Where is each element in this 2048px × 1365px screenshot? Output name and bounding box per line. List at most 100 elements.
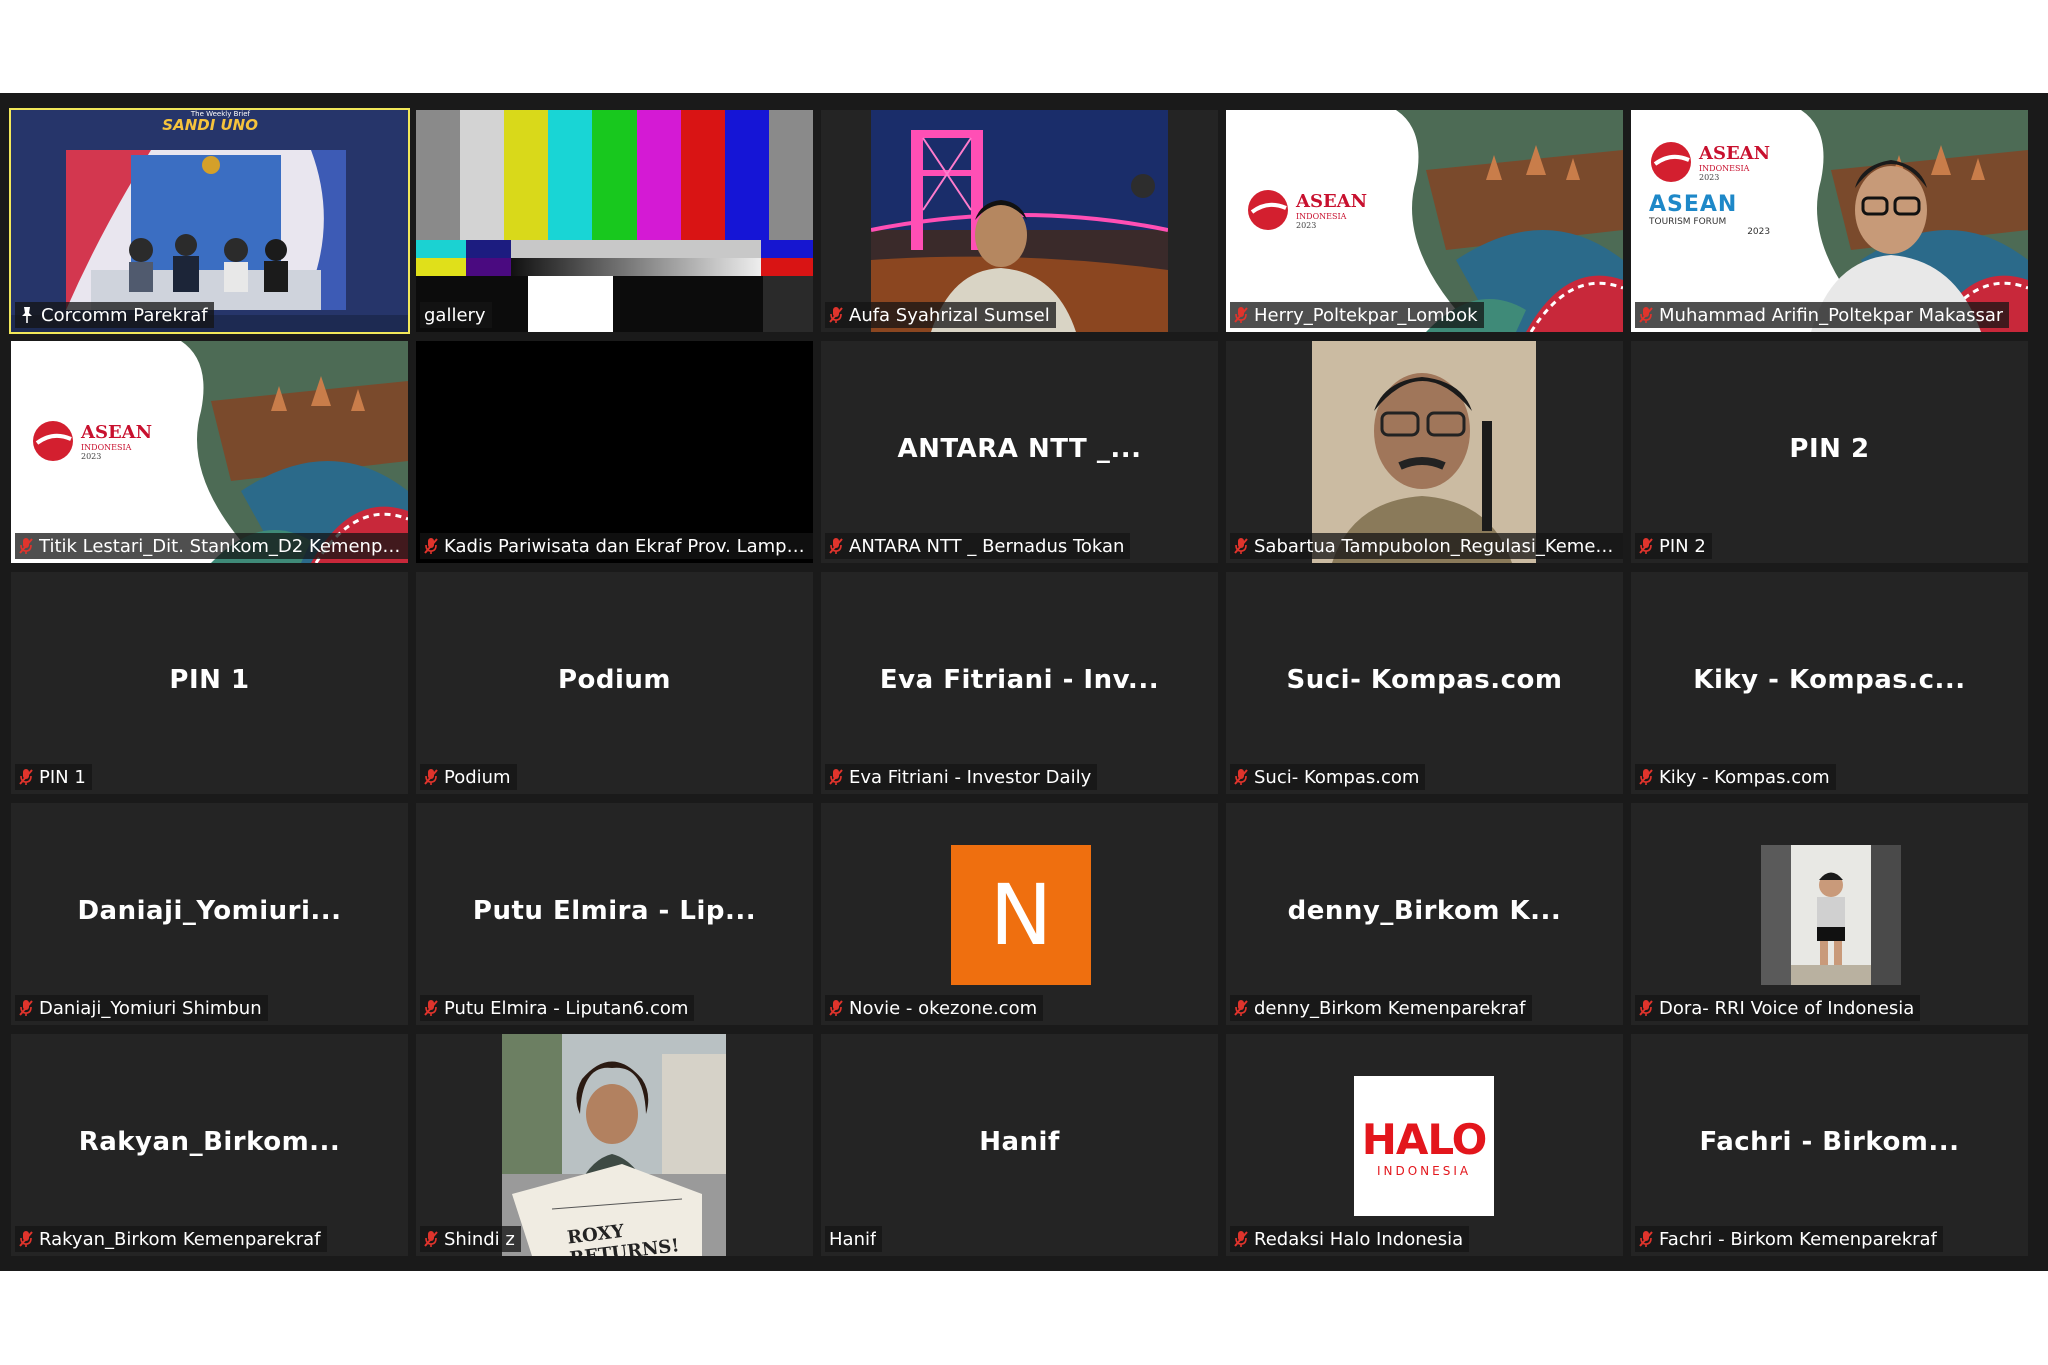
participant-avatar-photo bbox=[1761, 845, 1901, 985]
gallery-view: SANDI UNO The Weekly Brief Corcomm Parekr… bbox=[0, 93, 2048, 1271]
participant-tile[interactable]: Hanif Hanif bbox=[821, 1034, 1218, 1256]
participant-display-name: PIN 2 bbox=[1789, 434, 1870, 464]
participant-name: Kadis Pariwisata dan Ekraf Prov. Lampung bbox=[444, 535, 809, 557]
participant-tile[interactable]: Dora- RRI Voice of Indonesia bbox=[1631, 803, 2028, 1025]
muted-mic-icon bbox=[1639, 306, 1653, 324]
participant-name-label: Suci- Kompas.com bbox=[1230, 764, 1426, 790]
participant-tile[interactable]: Podium Podium bbox=[416, 572, 813, 794]
participant-tile[interactable]: ASEAN INDONESIA 2023 Herry_Poltekpar_Lom… bbox=[1226, 110, 1623, 332]
participant-name-label: Shindi z bbox=[420, 1226, 521, 1252]
asean-banner-image: ASEAN INDONESIA 2023 bbox=[11, 341, 408, 563]
asean-indonesia-logo: ASEAN INDONESIA 2023 bbox=[1246, 188, 1367, 232]
participant-avatar-letter: N bbox=[951, 845, 1091, 985]
muted-mic-icon bbox=[1234, 768, 1248, 786]
participant-name-label: Redaksi Halo Indonesia bbox=[1230, 1226, 1470, 1252]
participant-name: gallery bbox=[424, 304, 486, 326]
participant-name: Dora- RRI Voice of Indonesia bbox=[1659, 997, 1915, 1019]
participant-name: Redaksi Halo Indonesia bbox=[1254, 1228, 1464, 1250]
participant-tile[interactable]: Kadis Pariwisata dan Ekraf Prov. Lampung bbox=[416, 341, 813, 563]
participant-camera-feed bbox=[871, 110, 1168, 332]
participant-name-label: Kadis Pariwisata dan Ekraf Prov. Lampung bbox=[420, 533, 813, 559]
participant-tile[interactable]: SANDI UNO The Weekly Brief Corcomm Parekr… bbox=[9, 108, 410, 334]
participant-name-label: PIN 1 bbox=[15, 764, 92, 790]
participant-display-name: Daniaji_Yomiuri... bbox=[77, 896, 342, 926]
participant-name-label: Dora- RRI Voice of Indonesia bbox=[1635, 995, 1921, 1021]
participant-tile[interactable]: Rakyan_Birkom... Rakyan_Birkom Kemenparek… bbox=[11, 1034, 408, 1256]
participant-tile[interactable]: denny_Birkom K... denny_Birkom Kemenparek… bbox=[1226, 803, 1623, 1025]
shared-screen-stage: SANDI UNO The Weekly Brief bbox=[11, 110, 408, 332]
muted-mic-icon bbox=[424, 1230, 438, 1248]
muted-mic-icon bbox=[829, 537, 843, 555]
participant-name-label: PIN 2 bbox=[1635, 533, 1712, 559]
muted-mic-icon bbox=[829, 768, 843, 786]
muted-mic-icon bbox=[829, 999, 843, 1017]
participant-name: Muhammad Arifin_Poltekpar Makassar bbox=[1659, 304, 2004, 326]
muted-mic-icon bbox=[424, 537, 438, 555]
muted-mic-icon bbox=[829, 306, 843, 324]
participant-tile[interactable]: Suci- Kompas.com Suci- Kompas.com bbox=[1226, 572, 1623, 794]
muted-mic-icon bbox=[19, 768, 33, 786]
participant-display-name: Podium bbox=[557, 665, 672, 695]
participant-display-name: Putu Elmira - Lip... bbox=[472, 896, 757, 926]
asean-banner-image: ASEAN INDONESIA 2023 ASEAN TOURISM FORUM… bbox=[1631, 110, 2028, 332]
participant-tile[interactable]: Aufa Syahrizal Sumsel bbox=[821, 110, 1218, 332]
muted-mic-icon bbox=[19, 1230, 33, 1248]
asean-banner-image: ASEAN INDONESIA 2023 bbox=[1226, 110, 1623, 332]
participant-camera-feed bbox=[1312, 341, 1536, 563]
participant-name-label: Titik Lestari_Dit. Stankom_D2 Kemenpare.… bbox=[15, 533, 408, 559]
participant-avatar-photo: ROXY RETURNS! bbox=[502, 1034, 726, 1256]
participant-display-name: Hanif bbox=[979, 1127, 1060, 1157]
participant-display-name: Rakyan_Birkom... bbox=[78, 1127, 341, 1157]
participant-tile[interactable]: gallery bbox=[416, 110, 813, 332]
participant-name-label: gallery bbox=[420, 302, 492, 328]
participant-name: Kiky - Kompas.com bbox=[1659, 766, 1830, 788]
participant-tile[interactable]: PIN 2 PIN 2 bbox=[1631, 341, 2028, 563]
participant-tile[interactable]: Eva Fitriani - Inv... Eva Fitriani - Inve… bbox=[821, 572, 1218, 794]
participant-tile[interactable]: Daniaji_Yomiuri... Daniaji_Yomiuri Shimbu… bbox=[11, 803, 408, 1025]
participant-tile[interactable]: PIN 1 PIN 1 bbox=[11, 572, 408, 794]
stage-subtitle: The Weekly Brief bbox=[190, 110, 250, 118]
participant-tile[interactable]: Putu Elmira - Lip... Putu Elmira - Liputa… bbox=[416, 803, 813, 1025]
participant-name: PIN 1 bbox=[39, 766, 86, 788]
participant-display-name: PIN 1 bbox=[169, 665, 250, 695]
muted-mic-icon bbox=[19, 999, 33, 1017]
participant-display-name: Eva Fitriani - Inv... bbox=[879, 665, 1160, 695]
participant-name: Aufa Syahrizal Sumsel bbox=[849, 304, 1050, 326]
stage-headline: SANDI UNO bbox=[162, 116, 258, 134]
participant-name: Putu Elmira - Liputan6.com bbox=[444, 997, 689, 1019]
participant-tile[interactable]: ROXY RETURNS! Shindi z bbox=[416, 1034, 813, 1256]
participant-name-label: Podium bbox=[420, 764, 517, 790]
participant-name: Fachri - Birkom Kemenparekraf bbox=[1659, 1228, 1937, 1250]
participant-name: Suci- Kompas.com bbox=[1254, 766, 1420, 788]
participant-tile[interactable]: ASEAN INDONESIA 2023 Titik Lestari_Dit. … bbox=[11, 341, 408, 563]
muted-mic-icon bbox=[1234, 537, 1248, 555]
participant-name-label: Aufa Syahrizal Sumsel bbox=[825, 302, 1056, 328]
participant-tile[interactable]: ANTARA NTT _... ANTARA NTT _ Bernadus Tok… bbox=[821, 341, 1218, 563]
participant-tile[interactable]: N Novie - okezone.com bbox=[821, 803, 1218, 1025]
participant-display-name: denny_Birkom K... bbox=[1287, 896, 1562, 926]
participant-tile[interactable]: Sabartua Tampubolon_Regulasi_Kemenp... bbox=[1226, 341, 1623, 563]
muted-mic-icon bbox=[1639, 537, 1653, 555]
participant-name-label: Hanif bbox=[825, 1226, 883, 1252]
participant-name-label: Herry_Poltekpar_Lombok bbox=[1230, 302, 1484, 328]
participant-name-label: Corcomm Parekraf bbox=[15, 302, 214, 328]
pin-icon bbox=[19, 306, 35, 324]
muted-mic-icon bbox=[424, 999, 438, 1017]
participant-name: Eva Fitriani - Investor Daily bbox=[849, 766, 1092, 788]
muted-mic-icon bbox=[1639, 1230, 1653, 1248]
participant-tile[interactable]: Kiky - Kompas.c... Kiky - Kompas.com bbox=[1631, 572, 2028, 794]
participant-name: Podium bbox=[444, 766, 511, 788]
participant-display-name: ANTARA NTT _... bbox=[897, 434, 1142, 464]
participant-tile[interactable]: ASEAN INDONESIA 2023 ASEAN TOURISM FORUM… bbox=[1631, 110, 2028, 332]
participant-display-name: Kiky - Kompas.c... bbox=[1693, 665, 1966, 695]
participant-tile[interactable]: Fachri - Birkom... Fachri - Birkom Kemenp… bbox=[1631, 1034, 2028, 1256]
muted-mic-icon bbox=[1639, 768, 1653, 786]
muted-mic-icon bbox=[1234, 306, 1248, 324]
muted-mic-icon bbox=[1234, 999, 1248, 1017]
participant-display-name: Fachri - Birkom... bbox=[1699, 1127, 1960, 1157]
participant-name-label: Fachri - Birkom Kemenparekraf bbox=[1635, 1226, 1943, 1252]
participant-tile[interactable]: HALO INDONESIA Redaksi Halo Indonesia bbox=[1226, 1034, 1623, 1256]
participant-name-label: Eva Fitriani - Investor Daily bbox=[825, 764, 1098, 790]
asean-indonesia-logo: ASEAN INDONESIA 2023 ASEAN TOURISM FORUM… bbox=[1649, 142, 1771, 237]
participant-name-label: Putu Elmira - Liputan6.com bbox=[420, 995, 695, 1021]
